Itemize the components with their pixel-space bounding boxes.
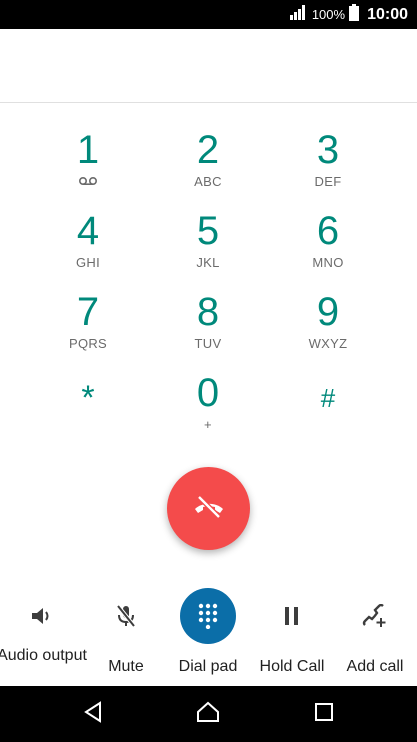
key-1[interactable]: 1 — [28, 130, 148, 202]
navigation-bar — [0, 686, 417, 742]
clock: 10:00 — [367, 5, 408, 23]
key-7[interactable]: 7 PQRS — [28, 292, 148, 364]
end-call-button[interactable] — [167, 467, 250, 550]
key-digit: 6 — [316, 209, 340, 253]
status-indicators: 100% 10:00 — [289, 0, 408, 29]
key-digit: * — [81, 379, 95, 417]
key-star[interactable]: * — [28, 378, 148, 450]
key-digit: 4 — [76, 209, 100, 253]
key-9[interactable]: 9 WXYZ — [268, 292, 388, 364]
control-label: Dial pad — [178, 658, 238, 675]
signal-bars-icon — [289, 4, 308, 25]
key-digit: # — [320, 383, 336, 413]
key-0[interactable]: 0 + — [148, 373, 268, 445]
dial-pad-button[interactable]: Dial pad — [166, 588, 250, 684]
key-digit: 1 — [76, 128, 100, 172]
number-display-area — [0, 29, 417, 103]
back-icon — [82, 700, 104, 728]
control-label: Audio output — [0, 647, 87, 664]
dialpad-icon — [180, 588, 236, 644]
key-hash[interactable]: # — [268, 378, 388, 450]
mute-button[interactable]: Mute — [84, 588, 168, 684]
add-call-button[interactable]: Add call — [333, 588, 417, 684]
key-2[interactable]: 2 ABC — [148, 130, 268, 202]
key-letters: ABC — [194, 174, 222, 189]
key-4[interactable]: 4 GHI — [28, 211, 148, 283]
key-letters: PQRS — [68, 336, 108, 351]
key-digit: 7 — [76, 290, 100, 334]
battery-icon — [349, 3, 360, 26]
pause-icon — [264, 588, 320, 644]
recents-button[interactable] — [294, 686, 354, 742]
key-letters: + — [204, 417, 212, 432]
key-digit: 3 — [316, 128, 340, 172]
control-label: Add call — [346, 658, 404, 675]
control-label: Hold Call — [259, 658, 325, 675]
key-letters: DEF — [314, 174, 342, 189]
hold-call-button[interactable]: Hold Call — [250, 588, 334, 684]
speaker-icon — [14, 588, 70, 644]
battery-percent: 100% — [311, 7, 346, 22]
key-digit: 9 — [316, 290, 340, 334]
recents-icon — [314, 702, 334, 727]
key-letters: WXYZ — [308, 336, 348, 351]
key-digit: 0 — [196, 371, 220, 415]
audio-output-button[interactable]: Audio output — [0, 588, 87, 684]
key-8[interactable]: 8 TUV — [148, 292, 268, 364]
key-letters: JKL — [196, 255, 220, 270]
status-bar: 100% 10:00 — [0, 0, 417, 29]
key-3[interactable]: 3 DEF — [268, 130, 388, 202]
add-call-icon — [347, 588, 403, 644]
control-label: Mute — [108, 658, 144, 675]
key-letters: TUV — [194, 336, 222, 351]
home-icon — [196, 701, 220, 728]
key-6[interactable]: 6 MNO — [268, 211, 388, 283]
key-digit: 2 — [196, 128, 220, 172]
key-digit: 5 — [196, 209, 220, 253]
home-button[interactable] — [178, 686, 238, 742]
mic-off-icon — [98, 588, 154, 644]
key-letters: GHI — [75, 255, 100, 270]
end-call-icon — [190, 491, 228, 526]
key-5[interactable]: 5 JKL — [148, 211, 268, 283]
call-screen: 100% 10:00 1 2 ABC 3 DEF 4 GHI 5 JKL 6 M… — [0, 0, 417, 742]
voicemail-icon — [78, 174, 98, 190]
back-button[interactable] — [63, 686, 123, 742]
key-letters: MNO — [312, 255, 344, 270]
key-digit: 8 — [196, 290, 220, 334]
